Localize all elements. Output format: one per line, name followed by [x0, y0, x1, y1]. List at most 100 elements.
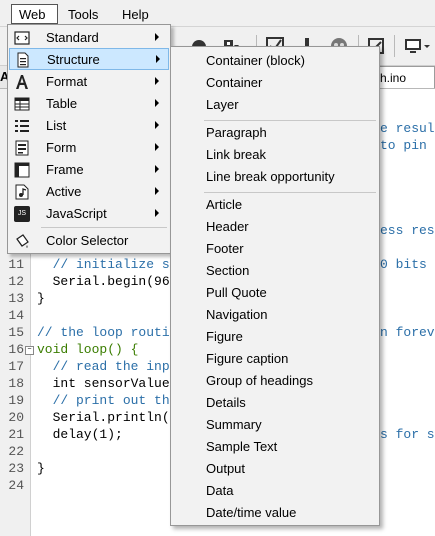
menu-item-active[interactable]: Active — [9, 181, 169, 203]
fold-toggle-icon[interactable]: − — [25, 346, 34, 355]
structure-icon — [17, 52, 29, 68]
line-number: 19 — [8, 393, 24, 408]
line-number: 24 — [8, 478, 24, 493]
monitor-dropdown-icon[interactable] — [404, 37, 432, 55]
table-icon — [14, 97, 30, 111]
menu-separator — [204, 120, 376, 121]
submenu-item-summary[interactable]: Summary — [206, 417, 262, 437]
submenu-item-line-break-opportunity[interactable]: Line break opportunity — [206, 169, 335, 189]
line-number: 13 — [8, 291, 24, 306]
line-number: 12 — [8, 274, 24, 289]
code-line: // the loop routi — [37, 325, 170, 340]
tab-sketch[interactable]: h.ino — [376, 66, 435, 88]
submenu-item-container-block[interactable]: Container (block) — [206, 53, 305, 73]
submenu-item-article[interactable]: Article — [206, 197, 242, 217]
submenu-item-figure[interactable]: Figure — [206, 329, 243, 349]
menu-separator — [204, 192, 376, 193]
active-icon — [15, 184, 29, 200]
submenu-arrow-icon — [155, 99, 159, 107]
submenu-item-paragraph[interactable]: Paragraph — [206, 125, 267, 145]
web-dropdown-menu: Standard Structure Format Table List For… — [7, 24, 171, 254]
submenu-arrow-icon — [155, 143, 159, 151]
submenu-arrow-icon — [155, 209, 159, 217]
submenu-item-output[interactable]: Output — [206, 461, 245, 481]
line-number: 18 — [8, 376, 24, 391]
menu-item-label: Table — [46, 96, 78, 111]
code-line: delay(1); — [37, 427, 123, 442]
menu-web[interactable]: Web — [11, 4, 58, 24]
code-line: } — [37, 461, 45, 476]
submenu-item-group-of-headings[interactable]: Group of headings — [206, 373, 313, 393]
code-line: // read the inp — [37, 359, 170, 374]
code-fragment: s for s — [380, 427, 435, 442]
menu-item-form[interactable]: Form — [9, 137, 169, 159]
toolbar-separator — [394, 35, 395, 57]
menu-item-standard[interactable]: Standard — [9, 27, 169, 49]
standard-icon — [14, 31, 30, 45]
line-number: 16 — [8, 342, 24, 357]
submenu-arrow-icon — [155, 121, 159, 129]
menu-item-label: Frame — [46, 162, 84, 177]
submenu-item-footer[interactable]: Footer — [206, 241, 244, 261]
submenu-item-header[interactable]: Header — [206, 219, 249, 239]
menu-item-label: Format — [46, 74, 88, 89]
code-line: } — [37, 291, 45, 306]
menu-tools[interactable]: Tools — [68, 7, 98, 22]
menu-item-label: Form — [46, 140, 77, 155]
submenu-item-layer[interactable]: Layer — [206, 97, 239, 117]
line-number: 14 — [8, 308, 24, 323]
menu-item-table[interactable]: Table — [9, 93, 169, 115]
submenu-arrow-icon — [156, 55, 160, 63]
submenu-item-figure-caption[interactable]: Figure caption — [206, 351, 288, 371]
submenu-item-sample-text[interactable]: Sample Text — [206, 439, 277, 459]
code-line: int sensorValue — [37, 376, 170, 391]
structure-submenu: Container (block) Container Layer Paragr… — [170, 46, 380, 526]
menu-help[interactable]: Help — [122, 7, 149, 22]
submenu-item-container[interactable]: Container — [206, 75, 262, 95]
submenu-item-link-break[interactable]: Link break — [206, 147, 266, 167]
menu-item-list[interactable]: List — [9, 115, 169, 137]
menu-item-format[interactable]: Format — [9, 71, 169, 93]
menu-item-structure[interactable]: Structure — [9, 48, 169, 70]
menu-item-label: JavaScript — [46, 206, 107, 221]
submenu-arrow-icon — [155, 187, 159, 195]
code-fragment: e resul — [380, 121, 435, 136]
line-number: 20 — [8, 410, 24, 425]
code-fragment: ess rese — [380, 223, 435, 238]
submenu-item-details[interactable]: Details — [206, 395, 246, 415]
menu-separator — [41, 227, 167, 228]
submenu-arrow-icon — [155, 165, 159, 173]
code-line: // initialize s — [37, 257, 170, 272]
line-number: 21 — [8, 427, 24, 442]
menu-item-label: Color Selector — [46, 233, 129, 248]
line-number: 17 — [8, 359, 24, 374]
frame-icon — [14, 162, 30, 178]
code-fragment: 0 bits — [380, 257, 427, 272]
javascript-icon: JS — [14, 206, 30, 222]
format-icon — [16, 75, 28, 89]
menu-bar: Web Tools Help — [0, 0, 435, 27]
code-fragment: n forev — [380, 325, 435, 340]
menu-item-frame[interactable]: Frame — [9, 159, 169, 181]
menu-item-label: Standard — [46, 30, 99, 45]
submenu-arrow-icon — [155, 77, 159, 85]
code-fragment: to pin — [380, 138, 427, 153]
menu-item-color-selector[interactable]: Color Selector — [9, 230, 169, 252]
menu-item-label: Structure — [47, 52, 100, 67]
submenu-item-date-time-value[interactable]: Date/time value — [206, 505, 296, 525]
list-icon — [15, 120, 29, 132]
submenu-item-data[interactable]: Data — [206, 483, 233, 503]
line-number: 11 — [8, 257, 24, 272]
code-line: Serial.begin(96 — [37, 274, 170, 289]
submenu-item-pull-quote[interactable]: Pull Quote — [206, 285, 267, 305]
line-number: 22 — [8, 444, 24, 459]
code-line: Serial.println( — [37, 410, 170, 425]
menu-web-label: Web — [19, 7, 46, 22]
submenu-arrow-icon — [155, 33, 159, 41]
form-icon — [15, 140, 29, 156]
code-line: void loop() { — [37, 342, 139, 357]
menu-item-javascript[interactable]: JS JavaScript — [9, 203, 169, 225]
submenu-item-navigation[interactable]: Navigation — [206, 307, 267, 327]
submenu-item-section[interactable]: Section — [206, 263, 249, 283]
tab-sketch-label: h.ino — [380, 71, 407, 85]
